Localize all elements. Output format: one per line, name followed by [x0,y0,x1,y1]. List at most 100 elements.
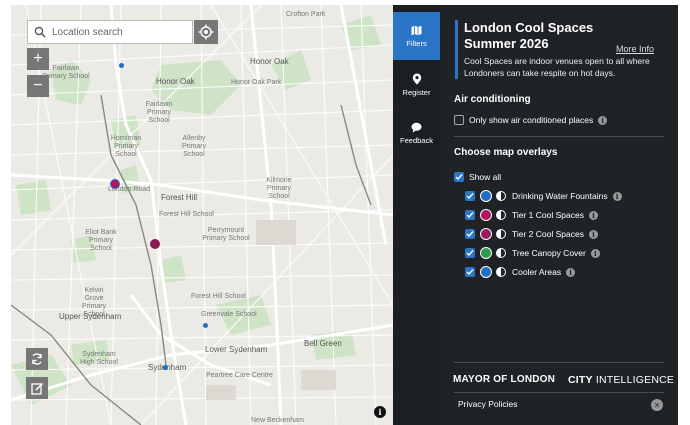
place-label: Upper Sydenham [59,312,122,321]
place-label: Peartree Care Centre [206,372,273,379]
overlay-label: Cooler Areas [512,267,562,277]
place-label: New Beckenham [251,417,304,424]
nav-filters[interactable]: Filters [393,12,440,60]
side-nav: Filters Register Feedback [393,5,440,425]
overlay-row[interactable]: Tier 2 Cool Spaces i [465,228,598,240]
water-fountain-marker[interactable] [119,63,124,68]
checkmark-icon [466,231,474,238]
show-all-checkbox[interactable] [454,172,464,182]
more-info-link[interactable]: More Info [616,44,654,54]
location-search-box[interactable] [27,20,193,44]
water-fountain-marker[interactable] [203,323,208,328]
info-icon[interactable]: i [588,229,598,239]
opacity-toggle-icon[interactable] [496,191,506,201]
city-intelligence-logo: CITY INTELLIGENCE [568,374,674,386]
info-icon[interactable]: i [588,210,598,220]
plus-icon: + [33,50,43,67]
search-icon [28,26,52,38]
location-pin-icon [412,73,421,85]
nav-feedback-label: Feedback [400,135,433,145]
cool-space-marker[interactable] [110,179,120,189]
nav-register-label: Register [402,88,431,97]
color-swatch-icon [480,266,492,278]
panel-description: Cool Spaces are indoor venues open to al… [464,56,650,78]
overlays-heading: Choose map overlays [454,147,558,158]
opacity-toggle-icon[interactable] [496,229,506,239]
divider [454,362,664,363]
refresh-button[interactable] [26,348,48,370]
ac-label: Only show air conditioned places [469,115,594,125]
place-label: Forest Hill School [159,211,214,218]
overlay-row[interactable]: Drinking Water Fountains i [465,190,622,202]
place-label: Horniman Primary School [110,135,142,158]
overlay-row[interactable]: Cooler Areas i [465,266,576,278]
search-input[interactable] [52,26,190,38]
close-icon[interactable]: ✕ [651,399,663,411]
color-swatch-icon [480,209,492,221]
filters-panel: London Cool Spaces Summer 2026 Cool Spac… [440,5,678,425]
nav-filters-label: Filters [406,38,427,48]
overlay-checkbox[interactable] [465,248,475,258]
place-label: Honor Oak [250,57,289,66]
checkmark-icon [466,269,474,276]
overlay-row[interactable]: Tier 1 Cool Spaces i [465,209,598,221]
ac-heading: Air conditioning [454,94,531,105]
info-icon[interactable]: i [612,191,622,201]
overlay-label: Tier 1 Cool Spaces [512,210,584,220]
place-label: Bell Green [304,339,342,348]
mayor-of-london-logo: MAYOR OF LONDON [453,374,556,385]
overlay-checkbox[interactable] [465,229,475,239]
checkmark-icon [466,250,474,257]
place-label: Fairlawn Primary School [145,101,173,124]
water-fountain-marker[interactable] [163,365,168,370]
checkmark-icon [466,212,474,219]
privacy-policies-link[interactable]: Privacy Policies [458,399,518,409]
opacity-toggle-icon[interactable] [496,210,506,220]
cool-space-marker[interactable] [150,239,160,249]
minus-icon: − [33,77,43,94]
nav-register[interactable]: Register [393,61,440,109]
place-label: Honor Oak Park [231,79,282,86]
zoom-in-button[interactable]: + [27,48,49,70]
place-label: Forest Hill School [191,293,246,300]
place-label: Kilmorie Primary School [266,177,292,200]
refresh-icon [32,353,42,365]
ac-filter-row[interactable]: Only show air conditioned places i [454,115,608,125]
show-all-row[interactable]: Show all [454,172,501,182]
overlay-checkbox[interactable] [465,267,475,277]
opacity-toggle-icon[interactable] [496,248,506,258]
locate-button[interactable] [194,20,218,44]
map-icon [411,25,422,35]
checkmark-icon [455,174,463,181]
app-frame: Crofton Park Honor Oak Honor Oak Honor O… [0,0,690,425]
map-canvas[interactable]: Crofton Park Honor Oak Honor Oak Honor O… [11,5,393,425]
overlay-label: Drinking Water Fountains [512,191,608,201]
overlay-checkbox[interactable] [465,191,475,201]
info-icon[interactable]: i [566,267,576,277]
divider [454,136,664,137]
color-swatch-icon [480,190,492,202]
place-label: Allenby Primary School [181,135,207,158]
speech-bubble-icon [411,122,422,132]
ac-checkbox[interactable] [454,115,464,125]
overlay-checkbox[interactable] [465,210,475,220]
place-label: Sydenham High School [80,351,118,366]
place-label: Eliot Bank Primary School [85,229,117,252]
info-icon[interactable]: i [590,248,600,258]
color-swatch-icon [480,247,492,259]
edit-button[interactable] [26,377,48,399]
place-label: Perrymount Primary School [202,227,250,242]
map-attribution-info-icon[interactable]: i [374,406,386,418]
panel-title: London Cool Spaces Summer 2026 [464,20,594,51]
info-icon[interactable]: i [598,115,608,125]
overlay-label: Tree Canopy Cover [512,248,586,258]
color-swatch-icon [480,228,492,240]
place-label: Honor Oak [156,77,195,86]
zoom-out-button[interactable]: − [27,75,49,97]
city-logo-bold: CITY [568,374,593,386]
opacity-toggle-icon[interactable] [496,267,506,277]
crosshair-icon [198,24,214,40]
nav-feedback[interactable]: Feedback [393,109,440,157]
overlay-row[interactable]: Tree Canopy Cover i [465,247,600,259]
place-label: Lower Sydenham [205,345,268,354]
